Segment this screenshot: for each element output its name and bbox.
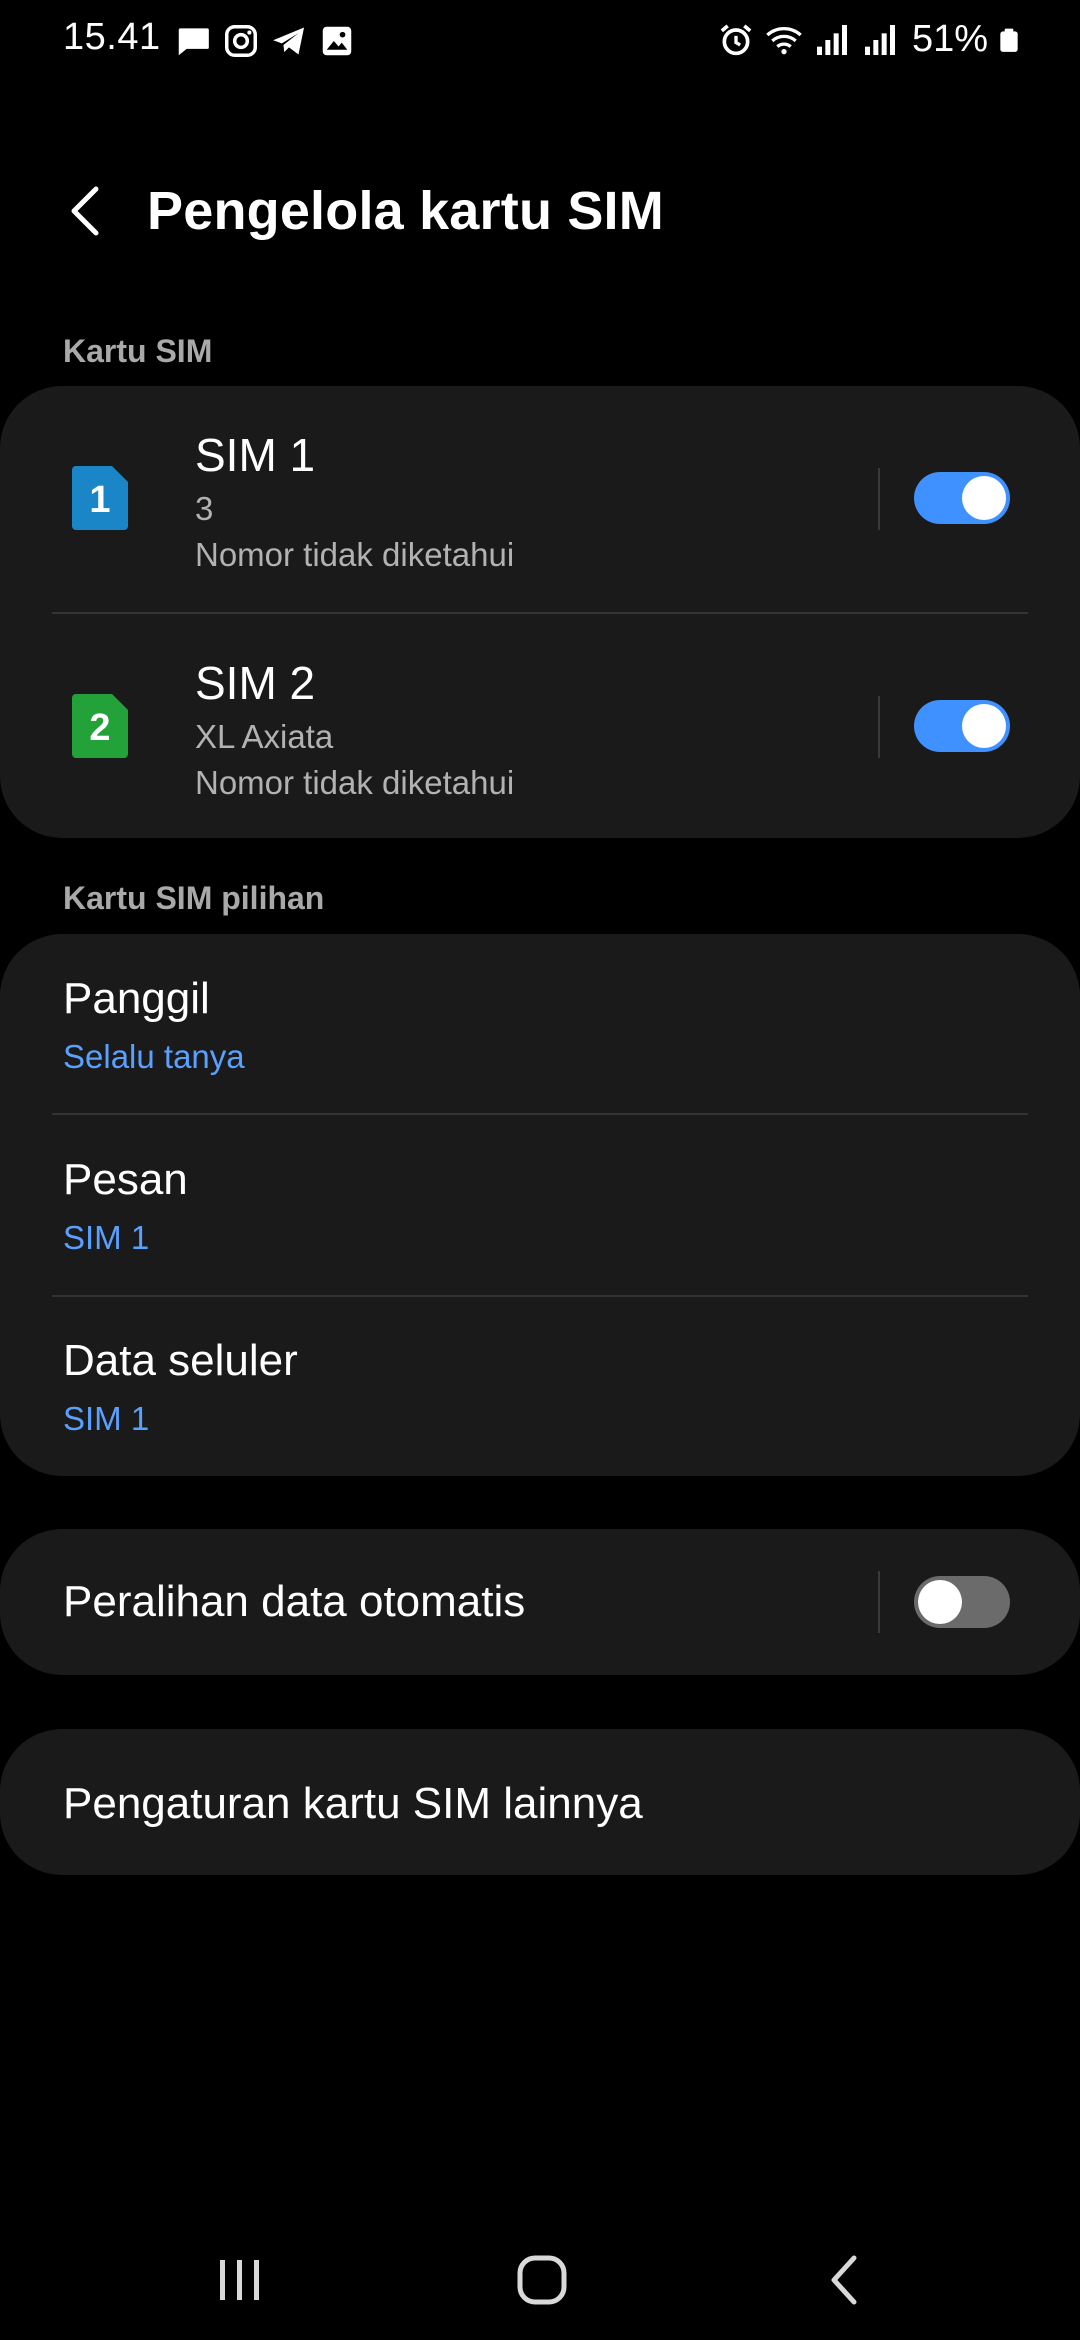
sim1-badge-number: 1: [89, 479, 110, 521]
home-button[interactable]: [482, 2220, 602, 2340]
auto-data-switch-title: Peralihan data otomatis: [63, 1577, 526, 1626]
sim2-card-icon: 2: [72, 694, 128, 758]
auto-data-toggle-separator: [878, 1571, 880, 1633]
pref-row-messages[interactable]: Pesan SIM 1: [0, 1115, 1080, 1295]
auto-data-switch-card[interactable]: Peralihan data otomatis: [0, 1529, 1080, 1675]
sim2-toggle-separator: [878, 696, 880, 758]
sim1-name: SIM 1: [195, 429, 316, 481]
sim2-name: SIM 2: [195, 657, 316, 709]
recent-apps-button[interactable]: [180, 2220, 300, 2340]
signal-sim2-icon: [864, 24, 895, 55]
navigation-bar: [0, 2220, 1080, 2340]
pref-messages-title: Pesan: [63, 1155, 188, 1204]
wifi-icon: [766, 26, 802, 54]
toggle-knob: [918, 1580, 962, 1624]
home-icon: [517, 2255, 567, 2305]
pref-row-calls[interactable]: Panggil Selalu tanya: [0, 934, 1080, 1114]
sim-cards-card: 1 SIM 1 3 Nomor tidak diketahui 2 SIM 2 …: [0, 386, 1080, 838]
status-time: 15.41: [63, 16, 161, 58]
notification-icons: [174, 22, 356, 60]
more-sim-settings-card[interactable]: Pengaturan kartu SIM lainnya: [0, 1729, 1080, 1875]
pref-messages-value: SIM 1: [63, 1219, 150, 1256]
sim1-number: Nomor tidak diketahui: [195, 536, 515, 573]
alarm-icon: [720, 23, 752, 55]
signal-sim1-icon: [816, 24, 847, 55]
instagram-icon: [225, 25, 257, 57]
more-sim-settings-title: Pengaturan kartu SIM lainnya: [63, 1779, 643, 1828]
battery-icon: [1000, 28, 1018, 52]
chevron-left-icon: [71, 186, 99, 236]
back-icon: [831, 2255, 857, 2305]
status-bar: 15.41 51%: [0, 0, 1080, 82]
auto-data-switch-toggle[interactable]: [914, 1576, 1010, 1628]
back-button[interactable]: [56, 176, 116, 246]
pref-calls-value: Selalu tanya: [63, 1038, 245, 1075]
sim2-number: Nomor tidak diketahui: [195, 764, 515, 801]
sim1-toggle[interactable]: [914, 472, 1010, 524]
sim-card-row-1[interactable]: 1 SIM 1 3 Nomor tidak diketahui: [0, 386, 1080, 614]
pref-row-mobile-data[interactable]: Data seluler SIM 1: [0, 1296, 1080, 1476]
section-label-preferred-sim: Kartu SIM pilihan: [63, 880, 325, 916]
toggle-knob: [962, 476, 1006, 520]
page-title: Pengelola kartu SIM: [147, 181, 664, 241]
battery-percent: 51%: [911, 18, 988, 60]
gallery-icon: [322, 26, 352, 56]
section-label-sim-cards: Kartu SIM: [63, 333, 213, 369]
sim2-carrier: XL Axiata: [195, 718, 334, 755]
chat-bubble-icon: [178, 28, 209, 56]
preferred-sim-card: Panggil Selalu tanya Pesan SIM 1 Data se…: [0, 934, 1080, 1476]
nav-back-button[interactable]: [784, 2220, 904, 2340]
sim2-toggle[interactable]: [914, 700, 1010, 752]
sim-card-row-2[interactable]: 2 SIM 2 XL Axiata Nomor tidak diketahui: [0, 614, 1080, 842]
telegram-icon: [273, 27, 305, 55]
sim1-carrier: 3: [195, 490, 214, 527]
sim1-card-icon: 1: [72, 466, 128, 530]
sim1-toggle-separator: [878, 468, 880, 530]
toggle-knob: [962, 704, 1006, 748]
sim2-badge-number: 2: [89, 707, 110, 749]
recent-apps-icon: [220, 2260, 259, 2300]
system-status-icons: 51%: [716, 18, 1022, 61]
pref-mobile-data-title: Data seluler: [63, 1336, 298, 1385]
pref-calls-title: Panggil: [63, 974, 210, 1023]
pref-mobile-data-value: SIM 1: [63, 1400, 150, 1437]
